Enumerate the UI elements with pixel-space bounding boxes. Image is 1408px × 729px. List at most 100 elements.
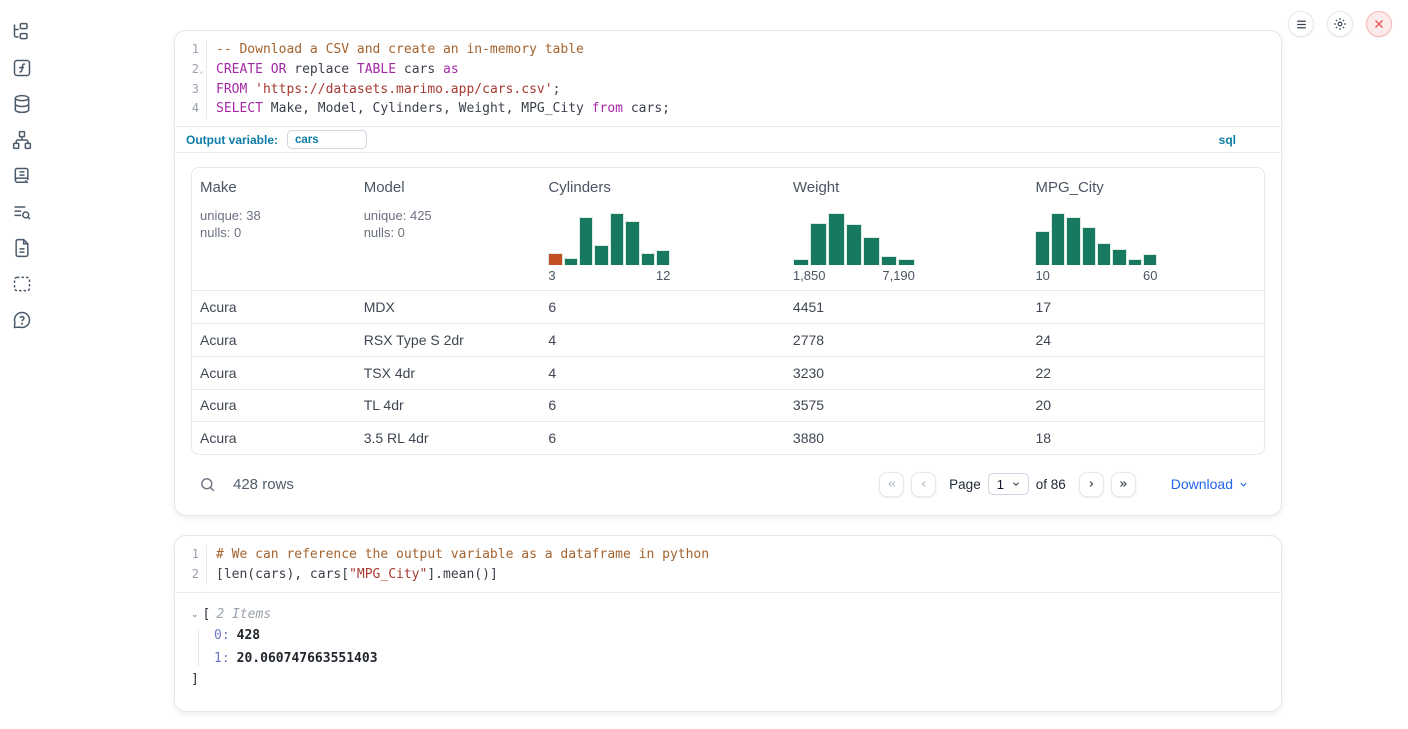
histogram-bar — [641, 253, 655, 265]
table-row[interactable]: Acura3.5 RL 4dr6388018 — [192, 421, 1264, 454]
snippets-icon[interactable] — [12, 274, 32, 294]
tree-item: 0:428 — [214, 629, 1265, 643]
code-line: [len(cars), cars["MPG_City"].mean()] — [216, 565, 1281, 585]
previous-page-button[interactable] — [911, 472, 936, 497]
column-header-cylinders[interactable]: Cylinders 312 — [540, 168, 785, 290]
histogram-bar — [846, 224, 863, 265]
download-button[interactable]: Download — [1165, 475, 1255, 493]
table-cell: 24 — [1027, 332, 1264, 348]
axis-min-label: 1,850 — [793, 268, 826, 283]
axis-min-label: 3 — [548, 268, 555, 283]
menu-button[interactable] — [1288, 11, 1314, 37]
histogram-bar — [594, 245, 608, 265]
table-row[interactable]: AcuraRSX Type S 2dr4277824 — [192, 323, 1264, 356]
tree-root-row: ⌄ [ 2 Items — [191, 607, 1265, 622]
table-cell: 17 — [1027, 299, 1264, 315]
stat-nulls: nulls: 0 — [364, 224, 533, 241]
table-cell: 18 — [1027, 430, 1264, 446]
column-label: Make — [200, 179, 348, 196]
table-cell: 3230 — [785, 365, 1028, 381]
tree-open-bracket: [ — [203, 607, 211, 622]
table-row[interactable]: AcuraTSX 4dr4323022 — [192, 356, 1264, 389]
tree-item-value: 20.060747663551403 — [237, 651, 378, 666]
column-stats: unique: 38 nulls: 0 — [200, 207, 348, 241]
first-page-button[interactable] — [879, 472, 904, 497]
code-line: # We can reference the output variable a… — [216, 545, 1281, 565]
code-line: CREATE OR replace TABLE cars as — [216, 60, 1281, 80]
histogram-bar — [793, 259, 810, 265]
table-cell: 4 — [540, 332, 785, 348]
column-stats: unique: 425 nulls: 0 — [364, 207, 533, 241]
table-row[interactable]: AcuraTL 4dr6357520 — [192, 389, 1264, 422]
column-header-model[interactable]: Model unique: 425 nulls: 0 — [356, 168, 541, 290]
column-header-weight[interactable]: Weight 1,8507,190 — [785, 168, 1028, 290]
help-icon[interactable] — [12, 310, 32, 330]
functions-icon[interactable] — [12, 58, 32, 78]
output-variable-input[interactable]: cars — [287, 130, 367, 149]
table-cell: Acura — [192, 332, 356, 348]
table-cell: Acura — [192, 430, 356, 446]
histogram-bar — [1128, 259, 1142, 265]
json-tree-output: ⌄ [ 2 Items 0:4281:20.060747663551403 ] — [191, 607, 1265, 687]
column-header-make[interactable]: Make unique: 38 nulls: 0 — [192, 168, 356, 290]
last-page-button[interactable] — [1111, 472, 1136, 497]
histogram-bar — [656, 250, 670, 265]
column-header-mpg-city[interactable]: MPG_City 1060 — [1027, 168, 1264, 290]
python-editor[interactable]: 12 # We can reference the output variabl… — [175, 536, 1281, 592]
fold-chevron-icon[interactable]: ⌄ — [199, 61, 204, 81]
python-line-numbers: 12 — [175, 545, 206, 585]
column-label: Weight — [793, 179, 1020, 196]
search-logs-icon[interactable] — [12, 202, 32, 222]
next-page-button[interactable] — [1079, 472, 1104, 497]
tree-collapse-chevron-icon[interactable]: ⌄ — [191, 609, 199, 620]
sql-editor[interactable]: 12⌄34 -- Download a CSV and create an in… — [175, 31, 1281, 126]
sql-code[interactable]: -- Download a CSV and create an in-memor… — [206, 40, 1281, 119]
sql-output-region: Make unique: 38 nulls: 0 Model unique: 4… — [175, 153, 1281, 503]
dependency-graph-icon[interactable] — [12, 130, 32, 150]
table-cell: TL 4dr — [356, 397, 541, 413]
file-tree-icon[interactable] — [12, 22, 32, 42]
table-cell: Acura — [192, 299, 356, 315]
output-variable-label: Output variable: — [186, 133, 278, 147]
table-cell: 4 — [540, 365, 785, 381]
mpg-city-histogram: 1060 — [1035, 213, 1157, 283]
database-icon[interactable] — [12, 94, 32, 114]
histogram-bar — [898, 259, 915, 265]
histogram-bar — [1143, 254, 1157, 265]
left-sidebar — [0, 0, 44, 729]
output-variable-value: cars — [295, 134, 319, 146]
page-select[interactable]: 1 — [988, 473, 1029, 495]
tree-item-value: 428 — [237, 628, 260, 643]
tree-item-key: 1: — [214, 651, 230, 666]
close-button[interactable] — [1366, 11, 1392, 37]
logs-icon[interactable] — [12, 166, 32, 186]
table-cell: RSX Type S 2dr — [356, 332, 541, 348]
table-row[interactable]: AcuraMDX6445117 — [192, 290, 1264, 323]
data-table: Make unique: 38 nulls: 0 Model unique: 4… — [191, 167, 1265, 455]
histogram-bar — [881, 256, 898, 265]
pagination: Page 1 of 86 Download — [879, 472, 1265, 497]
table-cell: 20 — [1027, 397, 1264, 413]
histogram-bar — [625, 221, 639, 265]
histogram-bar — [564, 258, 578, 265]
column-label: MPG_City — [1035, 179, 1256, 196]
search-button[interactable] — [191, 476, 216, 493]
histogram-bar — [828, 213, 845, 265]
table-cell: 6 — [540, 430, 785, 446]
page-total-label: of 86 — [1036, 477, 1066, 492]
column-label: Model — [364, 179, 533, 196]
language-badge: sql — [1219, 133, 1236, 147]
histogram-bar — [863, 237, 880, 265]
table-cell: MDX — [356, 299, 541, 315]
python-output-region: ⌄ [ 2 Items 0:4281:20.060747663551403 ] — [175, 592, 1281, 687]
histogram-bar — [1051, 213, 1065, 265]
table-cell: Acura — [192, 365, 356, 381]
python-code[interactable]: # We can reference the output variable a… — [206, 545, 1281, 585]
weight-histogram: 1,8507,190 — [793, 213, 915, 283]
histogram-bar — [610, 213, 624, 265]
table-footer: 428 rows Page 1 of 86 — [191, 465, 1265, 503]
settings-button[interactable] — [1327, 11, 1353, 37]
documentation-icon[interactable] — [12, 238, 32, 258]
histogram-bar — [1066, 217, 1080, 265]
tree-item: 1: 20.060747663551403 — [214, 652, 1265, 666]
